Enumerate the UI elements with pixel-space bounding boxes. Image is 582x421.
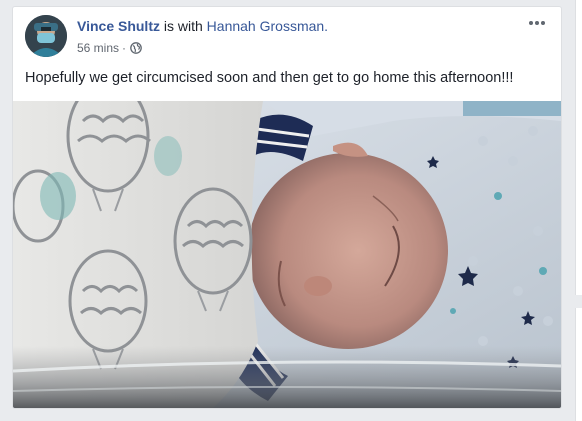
timestamp[interactable]: 56 mins xyxy=(77,41,119,55)
author-name[interactable]: Vince Shultz xyxy=(77,18,160,34)
dot-1 xyxy=(529,21,533,25)
side-panel-edge xyxy=(575,0,582,295)
more-options-icon[interactable] xyxy=(525,15,549,31)
post-message: Hopefully we get circumcised soon and th… xyxy=(25,70,514,86)
tagged-person[interactable]: Hannah Grossman. xyxy=(207,18,328,34)
post-header: Vince Shultz is with Hannah Grossman. xyxy=(77,18,328,34)
post-meta: 56 mins · xyxy=(77,41,142,55)
newborn-photo[interactable] xyxy=(13,101,561,408)
meta-separator: · xyxy=(122,41,127,55)
feed-post: Vince Shultz is with Hannah Grossman. 56… xyxy=(12,6,562,409)
dot-3 xyxy=(541,21,545,25)
globe-icon[interactable] xyxy=(130,42,142,54)
dot-2 xyxy=(535,21,539,25)
side-panel-edge-lower xyxy=(575,308,582,421)
avatar[interactable] xyxy=(25,15,67,57)
with-text: is with xyxy=(159,18,207,34)
